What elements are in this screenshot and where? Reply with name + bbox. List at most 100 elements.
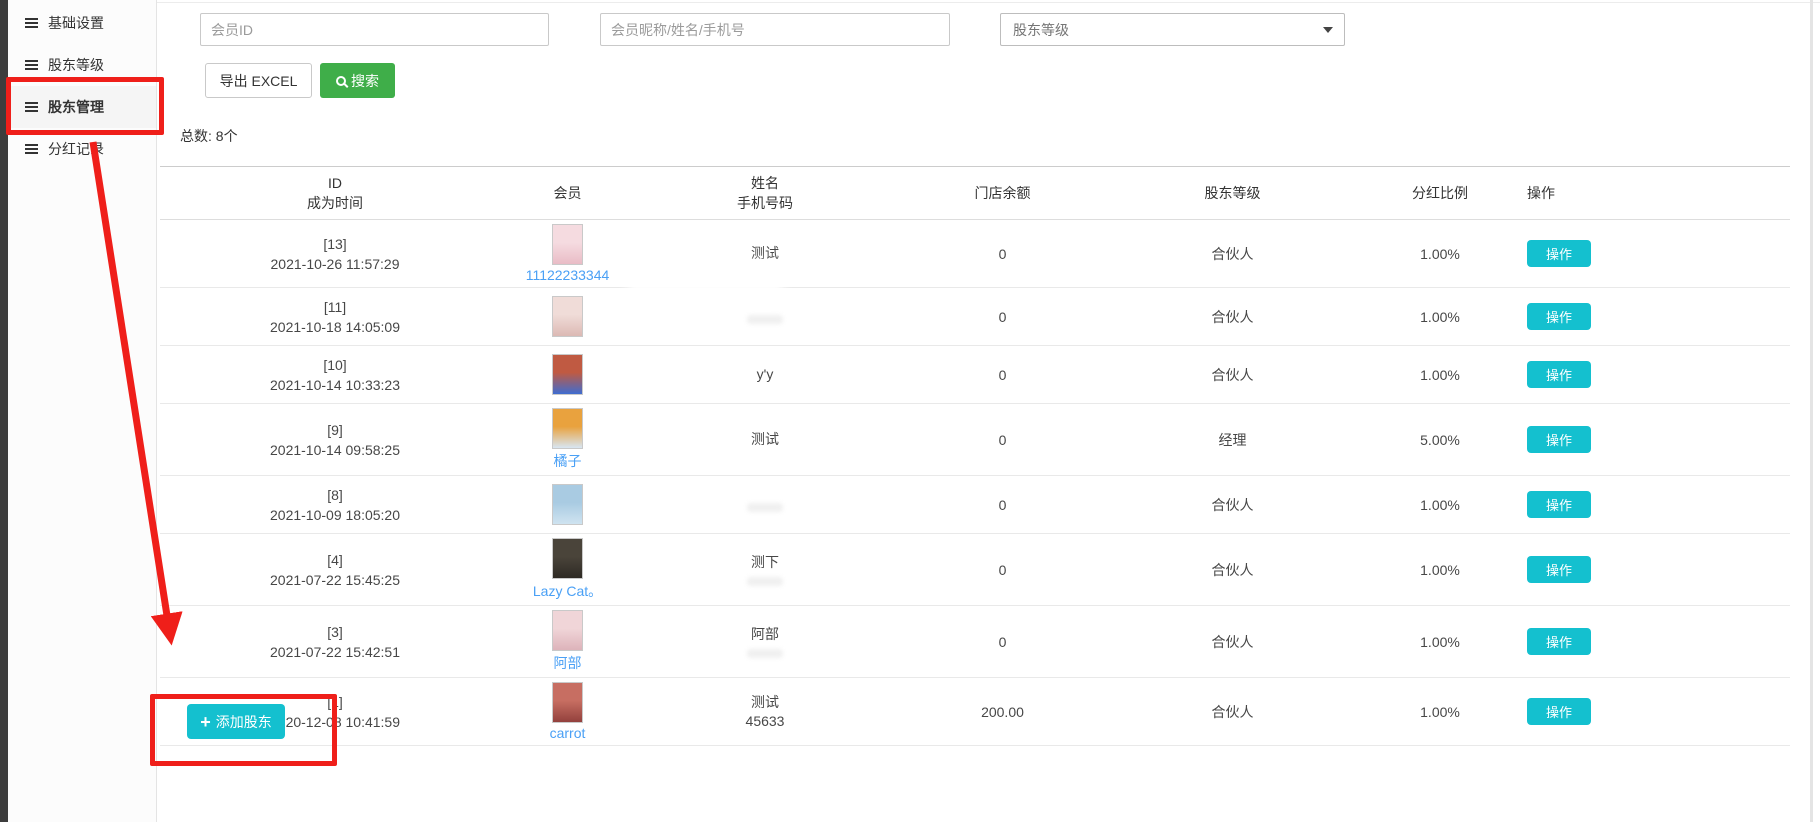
cell-member: 阿部 <box>510 610 625 673</box>
cell-name: 测试 <box>625 430 905 449</box>
table-row: [10] 2021-10-14 10:33:23 y'y 0 合伙人 1.00%… <box>160 346 1790 404</box>
member-avatar <box>552 484 583 525</box>
cell-balance: 0 <box>905 562 1100 578</box>
row-action-button[interactable]: 操作 <box>1527 698 1591 725</box>
cell-member <box>510 484 625 525</box>
cell-member: 11122233344 <box>510 224 625 283</box>
cell-ratio: 1.00% <box>1365 246 1515 262</box>
sidebar-item-label: 股东等级 <box>48 55 104 75</box>
sidebar: 基础设置 股东等级 股东管理 分红记录 <box>8 0 157 822</box>
cell-id-time: [8] 2021-10-09 18:05:20 <box>160 485 510 525</box>
col-header-balance: 门店余额 <box>905 183 1100 203</box>
member-nickname-link[interactable]: 橘子 <box>510 451 625 471</box>
row-action-button[interactable]: 操作 <box>1527 426 1591 453</box>
join-time-value: 2021-10-14 09:58:25 <box>160 440 510 460</box>
sidebar-item-label: 分红记录 <box>48 139 104 159</box>
cell-balance: 0 <box>905 432 1100 448</box>
sidebar-item-2[interactable]: 股东管理 <box>8 86 156 128</box>
member-id-value: [9] <box>160 420 510 440</box>
member-id-value: [10] <box>160 355 510 375</box>
table-row: [3] 2021-07-22 15:42:51 阿部 阿部 0 合伙人 1.00… <box>160 606 1790 678</box>
cell-action: 操作 <box>1515 426 1790 453</box>
table-row: [8] 2021-10-09 18:05:20 0 合伙人 1.00% 操作 <box>160 476 1790 534</box>
table-row: [13] 2021-10-26 11:57:29 11122233344 测试 … <box>160 220 1790 288</box>
cell-balance: 0 <box>905 367 1100 383</box>
cell-action: 操作 <box>1515 628 1790 655</box>
list-menu-icon <box>25 102 38 104</box>
shareholder-table: ID成为时间 会员 姓名手机号码 门店余额 股东等级 分红比例 操作 [13] … <box>160 166 1790 746</box>
row-action-button[interactable]: 操作 <box>1527 240 1591 267</box>
row-action-button[interactable]: 操作 <box>1527 491 1591 518</box>
cell-ratio: 1.00% <box>1365 497 1515 513</box>
cell-balance: 0 <box>905 309 1100 325</box>
sidebar-item-0[interactable]: 基础设置 <box>8 2 156 44</box>
cell-ratio: 1.00% <box>1365 704 1515 720</box>
cell-action: 操作 <box>1515 698 1790 725</box>
join-time-value: 2021-07-22 15:42:51 <box>160 642 510 662</box>
cell-id-time: [3] 2021-07-22 15:42:51 <box>160 622 510 662</box>
add-shareholder-button[interactable]: + 添加股东 <box>187 704 285 739</box>
export-excel-button[interactable]: 导出 EXCEL <box>205 63 312 98</box>
cell-name: 测下 <box>625 553 905 586</box>
level-select[interactable]: 股东等级 <box>1000 13 1345 46</box>
table-header-row: ID成为时间 会员 姓名手机号码 门店余额 股东等级 分红比例 操作 <box>160 166 1790 220</box>
cell-id-time: [13] 2021-10-26 11:57:29 <box>160 234 510 274</box>
cell-member <box>510 354 625 395</box>
table-row: [4] 2021-07-22 15:45:25 Lazy Cat。 测下 0 合… <box>160 534 1790 606</box>
cell-ratio: 1.00% <box>1365 634 1515 650</box>
cell-member <box>510 296 625 337</box>
cell-level: 合伙人 <box>1100 495 1365 515</box>
join-time-value: 2021-10-18 14:05:09 <box>160 317 510 337</box>
add-shareholder-label: 添加股东 <box>216 712 272 732</box>
table-row: [1] 2020-12-08 10:41:59 carrot 测试 45633 … <box>160 678 1790 746</box>
col-header-id: ID成为时间 <box>160 173 510 213</box>
member-avatar <box>552 408 583 449</box>
sidebar-item-3[interactable]: 分红记录 <box>8 128 156 170</box>
redacted-smudge <box>747 315 783 324</box>
cell-level: 合伙人 <box>1100 632 1365 652</box>
redacted-smudge <box>747 649 783 658</box>
redacted-smudge <box>747 503 783 512</box>
member-name-value: 测试 <box>625 430 905 449</box>
member-nickname-link[interactable]: Lazy Cat。 <box>510 581 625 601</box>
cell-id-time: [11] 2021-10-18 14:05:09 <box>160 297 510 337</box>
cell-name: y'y <box>625 365 905 384</box>
member-nickname-link[interactable]: carrot <box>510 725 625 741</box>
cell-level: 合伙人 <box>1100 560 1365 580</box>
join-time-value: 2021-07-22 15:45:25 <box>160 570 510 590</box>
row-action-button[interactable]: 操作 <box>1527 628 1591 655</box>
row-action-button[interactable]: 操作 <box>1527 556 1591 583</box>
member-id-input[interactable] <box>200 13 549 46</box>
member-id-value: [8] <box>160 485 510 505</box>
member-name-value: y'y <box>625 365 905 384</box>
col-header-level: 股东等级 <box>1100 183 1365 203</box>
cell-level: 合伙人 <box>1100 702 1365 722</box>
content-top-divider <box>157 2 1820 3</box>
cell-ratio: 1.00% <box>1365 562 1515 578</box>
table-row: [9] 2021-10-14 09:58:25 橘子 测试 0 经理 5.00%… <box>160 404 1790 476</box>
cell-balance: 200.00 <box>905 704 1100 720</box>
row-action-button[interactable]: 操作 <box>1527 361 1591 388</box>
search-button[interactable]: 搜索 <box>320 63 395 98</box>
plus-icon: + <box>200 713 211 731</box>
join-time-value: 2021-10-09 18:05:20 <box>160 505 510 525</box>
cell-name: 阿部 <box>625 625 905 658</box>
member-id-value: [3] <box>160 622 510 642</box>
member-nickname-link[interactable]: 阿部 <box>510 653 625 673</box>
cell-balance: 0 <box>905 246 1100 262</box>
cell-level: 合伙人 <box>1100 307 1365 327</box>
member-name-input[interactable] <box>600 13 950 46</box>
member-nickname-link[interactable]: 11122233344 <box>510 267 625 283</box>
cell-name <box>625 310 905 324</box>
cell-member: 橘子 <box>510 408 625 471</box>
sidebar-item-1[interactable]: 股东等级 <box>8 44 156 86</box>
row-action-button[interactable]: 操作 <box>1527 303 1591 330</box>
total-count: 总数: 8个 <box>180 126 238 146</box>
cell-action: 操作 <box>1515 556 1790 583</box>
redacted-smudge <box>747 577 783 586</box>
cell-level: 经理 <box>1100 430 1365 450</box>
cell-id-time: [4] 2021-07-22 15:45:25 <box>160 550 510 590</box>
col-header-action: 操作 <box>1515 183 1790 203</box>
cell-ratio: 5.00% <box>1365 432 1515 448</box>
cell-name: 测试 45633 <box>625 693 905 731</box>
